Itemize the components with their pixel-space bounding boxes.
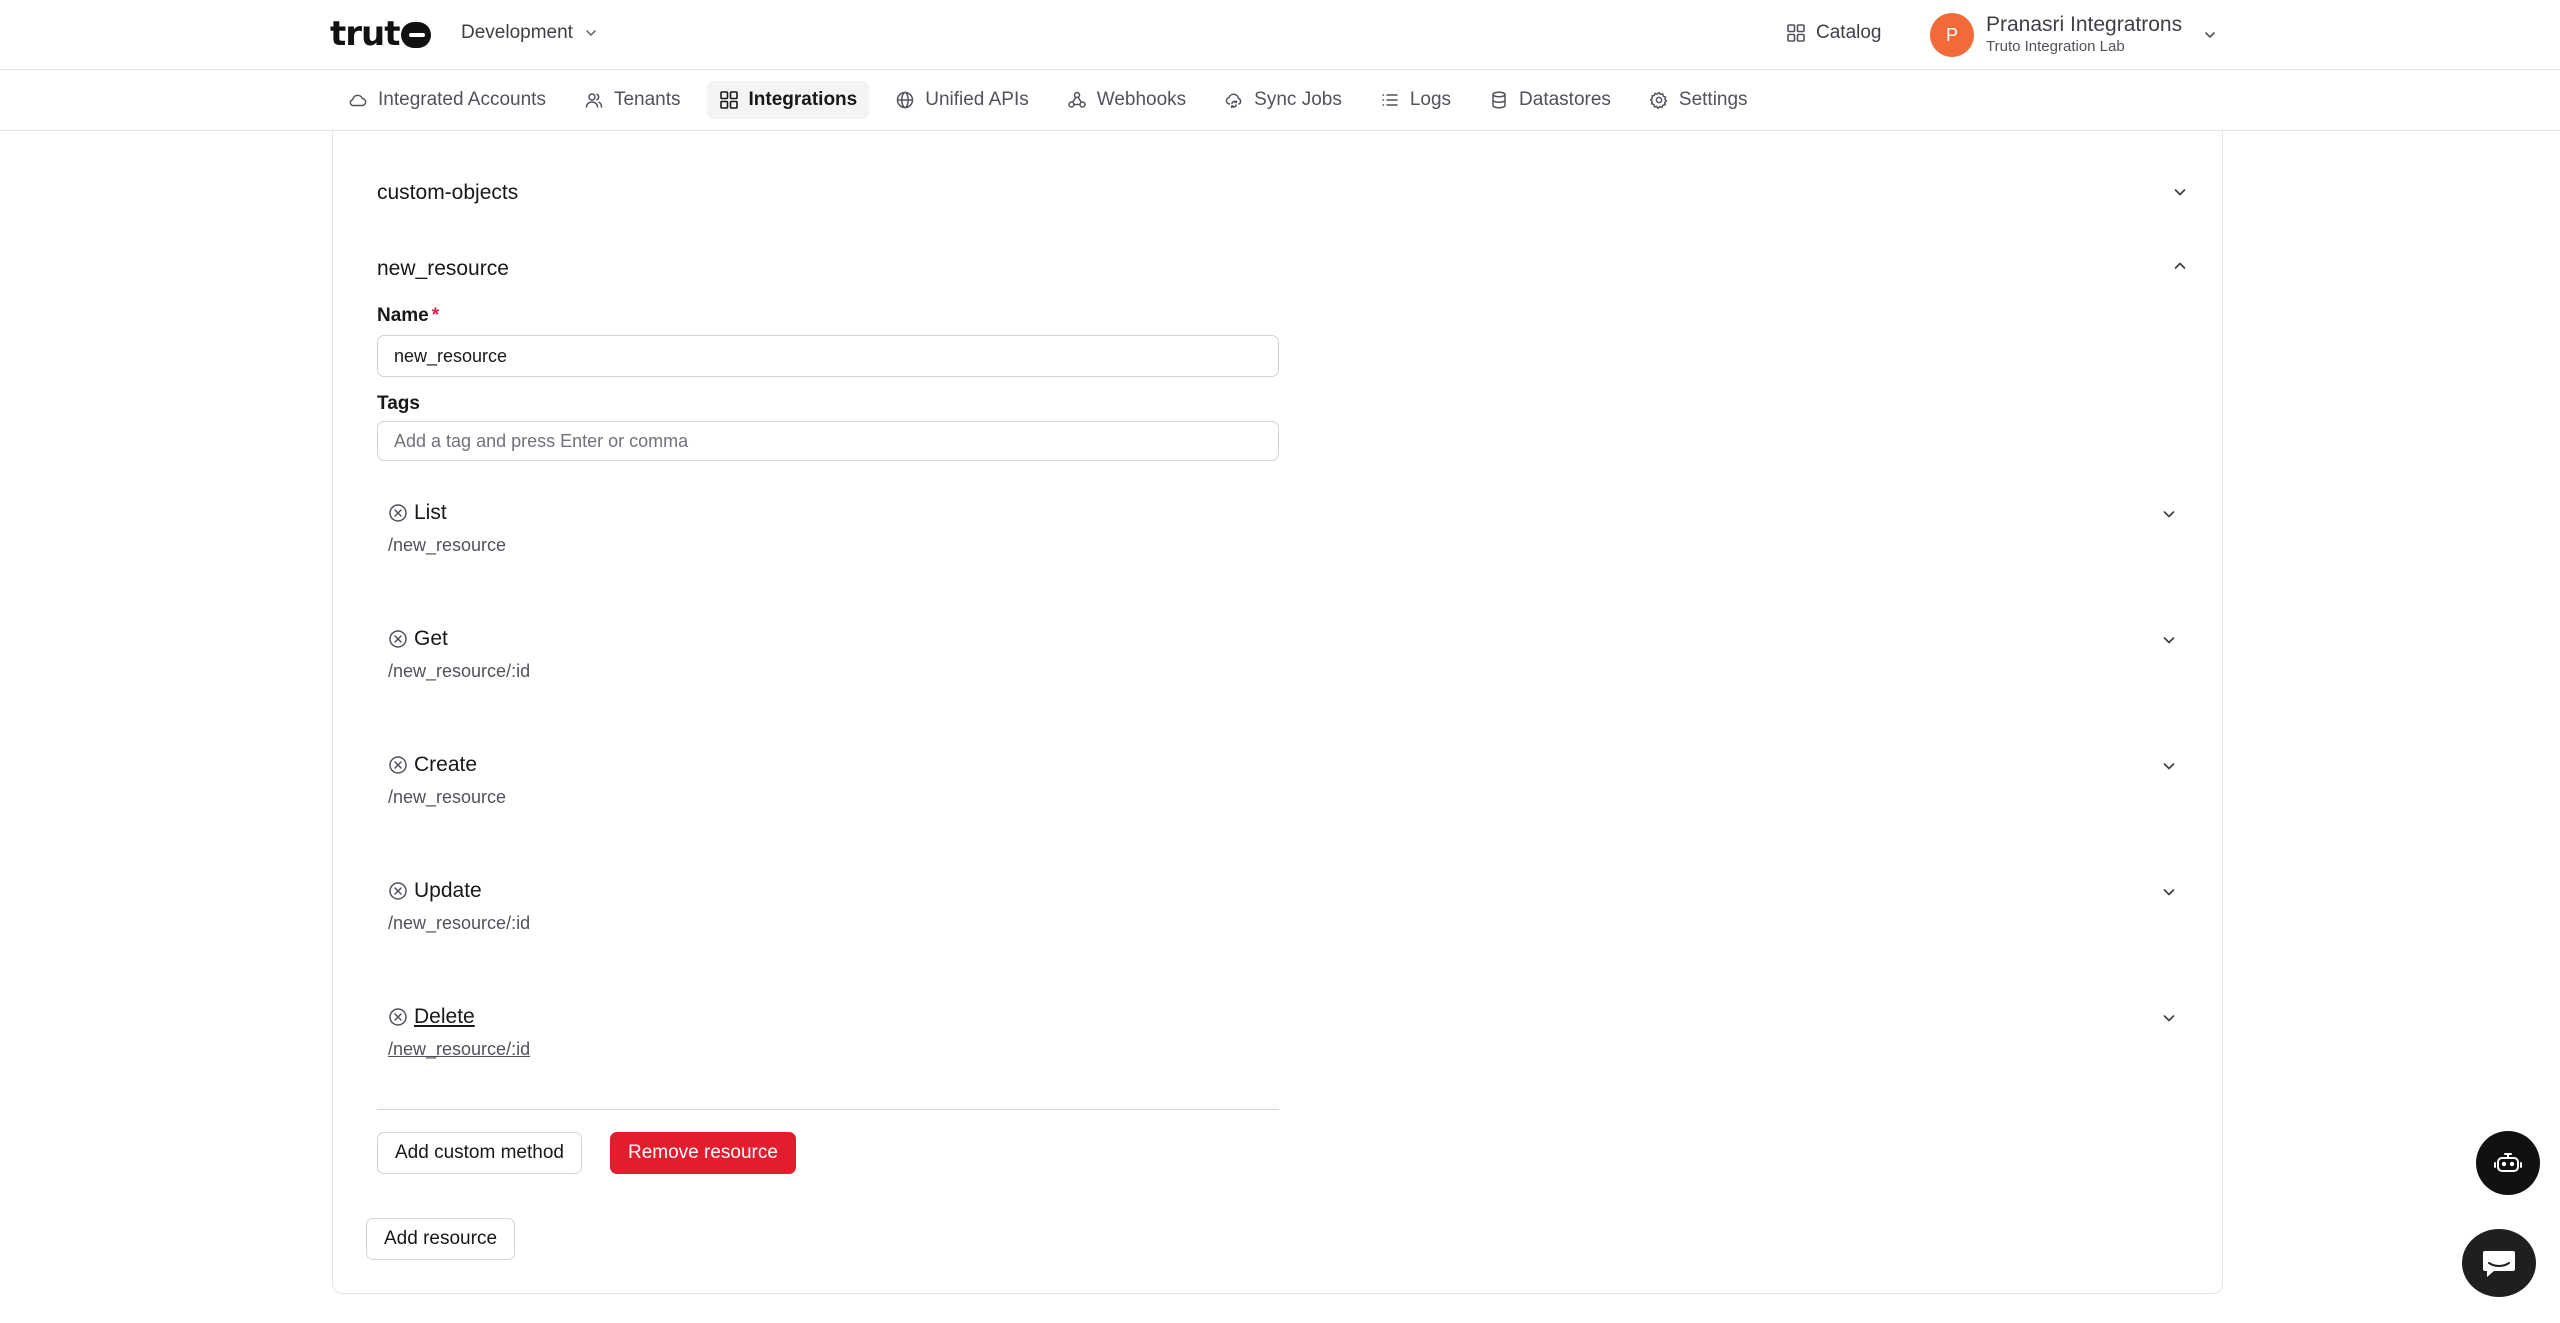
method-name: Update [414,879,482,902]
required-mark: * [431,305,440,326]
chevron-down-icon [2205,32,2215,38]
nav-item-label: Sync Jobs [1254,89,1342,110]
database-icon [1492,91,1506,109]
method-list[interactable]: List /new_resource [388,501,2178,581]
chevron-up-icon[interactable] [2171,257,2189,275]
chat-bubble-icon [2483,1251,2515,1277]
method-name: Get [414,627,448,650]
user-name: Pranasri Integratrons [1986,13,2183,36]
nav-item-integrations[interactable]: Integrations [706,81,870,119]
robot-icon [2494,1153,2522,1172]
add-resource-button[interactable]: Add resource [366,1218,516,1260]
nav-item-webhooks[interactable]: Webhooks [1055,81,1198,119]
method-name: Delete [414,1005,475,1028]
nav-item-label: Unified APIs [925,89,1029,110]
cloud-sync-icon [1225,93,1242,109]
logo-text: trut [330,14,400,54]
nav-item-sync-jobs[interactable]: Sync Jobs [1212,81,1354,119]
nav-item-label: Tenants [613,89,681,110]
method-update[interactable]: Update /new_resource/:id [388,879,2178,959]
catalog-button[interactable]: Catalog [1786,18,1882,48]
nav-item-datastores[interactable]: Datastores [1477,81,1623,119]
nav-item-label: Integrated Accounts [378,89,546,110]
nav-item-label: Webhooks [1096,89,1187,110]
remove-circle-icon[interactable] [388,629,408,649]
nav-item-label: Integrations [748,89,858,110]
chat-button[interactable] [2462,1229,2536,1297]
chevron-down-icon[interactable] [2160,631,2178,649]
method-path: /new_resource/:id [388,1039,531,1059]
remove-resource-button[interactable]: Remove resource [610,1132,796,1174]
globe-icon [896,91,914,109]
chevron-down-icon[interactable] [2160,883,2178,901]
resource-title-custom-objects[interactable]: custom-objects [377,181,518,205]
assistant-button[interactable] [2476,1131,2540,1195]
nav-item-logs[interactable]: Logs [1368,81,1463,119]
nav-item-unified-apis[interactable]: Unified APIs [883,81,1041,119]
tags-label: Tags [377,393,420,414]
nav-item-tenants[interactable]: Tenants [572,81,693,119]
user-menu[interactable]: P Pranasri Integratrons Truto Integratio… [1930,10,2218,60]
grid-icon [719,91,738,109]
remove-circle-icon[interactable] [388,755,408,775]
remove-circle-icon[interactable] [388,503,408,523]
chevron-down-icon[interactable] [2160,1009,2178,1027]
top-bar: trut Development Catalog P Pranasri Inte… [0,0,2560,70]
nav-item-label: Settings [1678,89,1748,110]
nav-item-label: Logs [1409,89,1452,110]
avatar: P [1930,13,1974,57]
resource-title-new-resource[interactable]: new_resource [377,257,509,281]
catalog-label: Catalog [1816,22,1882,43]
remove-circle-icon[interactable] [388,1007,408,1027]
user-org: Truto Integration Lab [1986,38,2125,55]
name-label-text: Name [377,305,429,326]
name-label: Name * [377,305,439,327]
method-path: /new_resource/:id [388,661,531,681]
tags-input[interactable] [377,421,1279,461]
grid-icon [1787,24,1805,42]
method-path: /new_resource/:id [388,913,531,933]
logo-mark-icon [401,22,432,48]
method-get[interactable]: Get /new_resource/:id [388,627,2178,707]
chevron-down-icon[interactable] [2160,505,2178,523]
method-path: /new_resource [388,535,507,555]
truto-logo[interactable]: trut [330,14,432,54]
method-path: /new_resource [388,787,507,807]
divider [377,1109,1279,1110]
gear-icon [1649,91,1668,110]
chevron-down-icon[interactable] [2171,183,2189,201]
users-icon [585,93,603,108]
nav-item-settings[interactable]: Settings [1637,81,1760,119]
nav-item-integrated-accounts[interactable]: Integrated Accounts [336,81,558,119]
nav-bar: Integrated Accounts Tenants Integrations… [0,71,2560,131]
method-name: Create [414,753,478,776]
chevron-down-icon [586,30,596,36]
add-custom-method-button[interactable]: Add custom method [377,1132,582,1174]
webhook-icon [1067,91,1086,108]
method-delete[interactable]: Delete /new_resource/:id [388,1005,2178,1085]
name-input[interactable] [377,335,1279,377]
method-name: List [414,501,447,524]
method-create[interactable]: Create /new_resource [388,753,2178,833]
chevron-down-icon[interactable] [2160,757,2178,775]
nav-item-label: Datastores [1519,89,1611,110]
list-icon [1382,94,1398,106]
cloud-icon [349,94,367,107]
main-nav: Integrated Accounts Tenants Integrations… [336,81,1760,119]
environment-label: Development [461,22,573,43]
resources-card: custom-objects new_resource Name* Tags L… [332,131,2223,1294]
environment-selector[interactable]: Development [461,20,599,46]
remove-circle-icon[interactable] [388,881,408,901]
